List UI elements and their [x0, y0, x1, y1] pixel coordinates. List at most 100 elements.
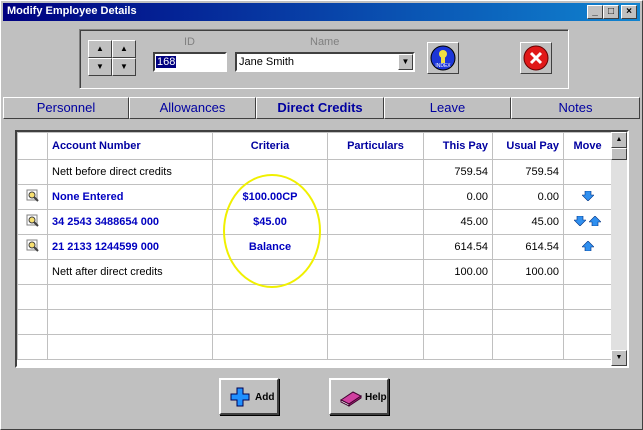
scroll-thumb[interactable]: [611, 148, 627, 160]
plus-icon: [230, 387, 250, 407]
account-cell[interactable]: [47, 284, 213, 310]
particulars-cell[interactable]: [327, 284, 424, 310]
usual-pay-cell[interactable]: [492, 309, 564, 335]
id-field[interactable]: 168: [153, 52, 227, 72]
move-down-icon[interactable]: [573, 215, 587, 226]
col-header-particulars: Particulars: [327, 132, 424, 160]
row-icon-cell[interactable]: [17, 209, 48, 235]
highlight-circle: [223, 174, 321, 288]
tab-personnel[interactable]: Personnel: [3, 97, 129, 119]
minimize-button[interactable]: _: [587, 5, 603, 19]
account-cell[interactable]: 34 2543 3488654 000: [47, 209, 213, 235]
this-pay-cell: [423, 334, 493, 360]
account-cell[interactable]: [47, 309, 213, 335]
usual-pay-cell[interactable]: [492, 284, 564, 310]
move-up-icon[interactable]: [588, 215, 602, 226]
move-cell[interactable]: [563, 209, 612, 235]
magnifier-icon[interactable]: [26, 189, 40, 203]
move-cell[interactable]: [563, 184, 612, 210]
account-cell[interactable]: 21 2133 1244599 000: [47, 234, 213, 260]
col-header-account: Account Number: [47, 132, 213, 160]
usual-pay-cell[interactable]: 614.54: [492, 234, 564, 260]
particulars-cell[interactable]: [327, 334, 424, 360]
add-button[interactable]: Add: [219, 378, 279, 415]
nav-next-button[interactable]: ▼: [88, 58, 112, 76]
particulars-cell[interactable]: [327, 159, 424, 185]
nav-first-button[interactable]: ▲: [88, 40, 112, 58]
title-bar[interactable]: Modify Employee Details _ □ ×: [3, 3, 640, 21]
move-cell[interactable]: [563, 234, 612, 260]
index-button[interactable]: INDEX: [427, 42, 459, 74]
tab-notes[interactable]: Notes: [511, 97, 640, 119]
this-pay-cell: 0.00: [423, 184, 493, 210]
particulars-cell[interactable]: [327, 309, 424, 335]
direct-credits-grid: Account Number Criteria Particulars This…: [15, 130, 629, 368]
svg-text:INDEX: INDEX: [435, 63, 451, 69]
tab-strip: Personnel Allowances Direct Credits Leav…: [3, 97, 640, 119]
tab-direct-credits[interactable]: Direct Credits: [256, 97, 384, 119]
move-down-icon[interactable]: [580, 190, 595, 201]
particulars-cell[interactable]: [327, 234, 424, 260]
row-icon-cell: [17, 334, 48, 360]
scroll-down-button[interactable]: ▼: [611, 350, 627, 366]
this-pay-cell: 759.54: [423, 159, 493, 185]
nav-last-button[interactable]: ▼: [112, 58, 136, 76]
this-pay-cell: [423, 284, 493, 310]
col-header-criteria: Criteria: [212, 132, 328, 160]
red-x-icon: [523, 45, 549, 71]
table-row[interactable]: [17, 284, 612, 310]
move-cell: [563, 159, 612, 185]
table-row[interactable]: [17, 334, 612, 360]
move-cell: [563, 284, 612, 310]
name-label: Name: [310, 36, 340, 48]
name-value: Jane Smith: [239, 56, 295, 68]
usual-pay-cell[interactable]: 0.00: [492, 184, 564, 210]
close-window-button[interactable]: ×: [621, 5, 637, 19]
tab-allowances[interactable]: Allowances: [129, 97, 256, 119]
magnifier-icon[interactable]: [26, 239, 40, 253]
col-header-move: Move: [563, 132, 612, 160]
magnifier-icon[interactable]: [26, 214, 40, 228]
usual-pay-cell[interactable]: [492, 334, 564, 360]
account-cell[interactable]: [47, 334, 213, 360]
close-record-button[interactable]: [520, 42, 552, 74]
particulars-cell[interactable]: [327, 184, 424, 210]
usual-pay-cell[interactable]: 759.54: [492, 159, 564, 185]
move-cell: [563, 259, 612, 285]
criteria-cell[interactable]: [212, 284, 328, 310]
account-cell[interactable]: Nett after direct credits: [47, 259, 213, 285]
index-icon: INDEX: [430, 45, 456, 71]
maximize-button[interactable]: □: [603, 5, 619, 19]
usual-pay-cell[interactable]: 45.00: [492, 209, 564, 235]
table-row[interactable]: Nett before direct credits 759.54 759.54: [17, 159, 612, 185]
col-header-this-pay: This Pay: [423, 132, 493, 160]
move-cell: [563, 334, 612, 360]
row-icon-cell[interactable]: [17, 234, 48, 260]
help-label: Help: [365, 392, 387, 403]
name-dropdown[interactable]: Jane Smith ▼: [235, 52, 415, 72]
table-row[interactable]: Nett after direct credits 100.00 100.00: [17, 259, 612, 285]
modify-employee-window: Modify Employee Details _ □ × ▲ ▲ ▼ ▼ ID…: [0, 0, 643, 430]
account-cell[interactable]: Nett before direct credits: [47, 159, 213, 185]
scroll-up-button[interactable]: ▲: [611, 132, 627, 148]
this-pay-cell: 45.00: [423, 209, 493, 235]
row-icon-cell[interactable]: [17, 184, 48, 210]
vertical-scrollbar[interactable]: ▲ ▼: [611, 132, 627, 366]
row-icon-cell: [17, 259, 48, 285]
account-cell[interactable]: None Entered: [47, 184, 213, 210]
nav-prev-button[interactable]: ▲: [112, 40, 136, 58]
row-icon-cell: [17, 284, 48, 310]
tab-leave[interactable]: Leave: [384, 97, 511, 119]
help-button[interactable]: Help: [329, 378, 389, 415]
usual-pay-cell[interactable]: 100.00: [492, 259, 564, 285]
criteria-cell[interactable]: [212, 309, 328, 335]
table-row[interactable]: [17, 309, 612, 335]
particulars-cell[interactable]: [327, 259, 424, 285]
criteria-cell[interactable]: [212, 334, 328, 360]
particulars-cell[interactable]: [327, 209, 424, 235]
help-book-icon: [340, 391, 362, 407]
row-icon-cell: [17, 159, 48, 185]
move-up-icon[interactable]: [580, 240, 595, 251]
chevron-down-icon[interactable]: ▼: [398, 54, 413, 70]
employee-header-panel: ▲ ▲ ▼ ▼ ID 168 Name Jane Smith ▼ INDEX: [79, 29, 569, 89]
